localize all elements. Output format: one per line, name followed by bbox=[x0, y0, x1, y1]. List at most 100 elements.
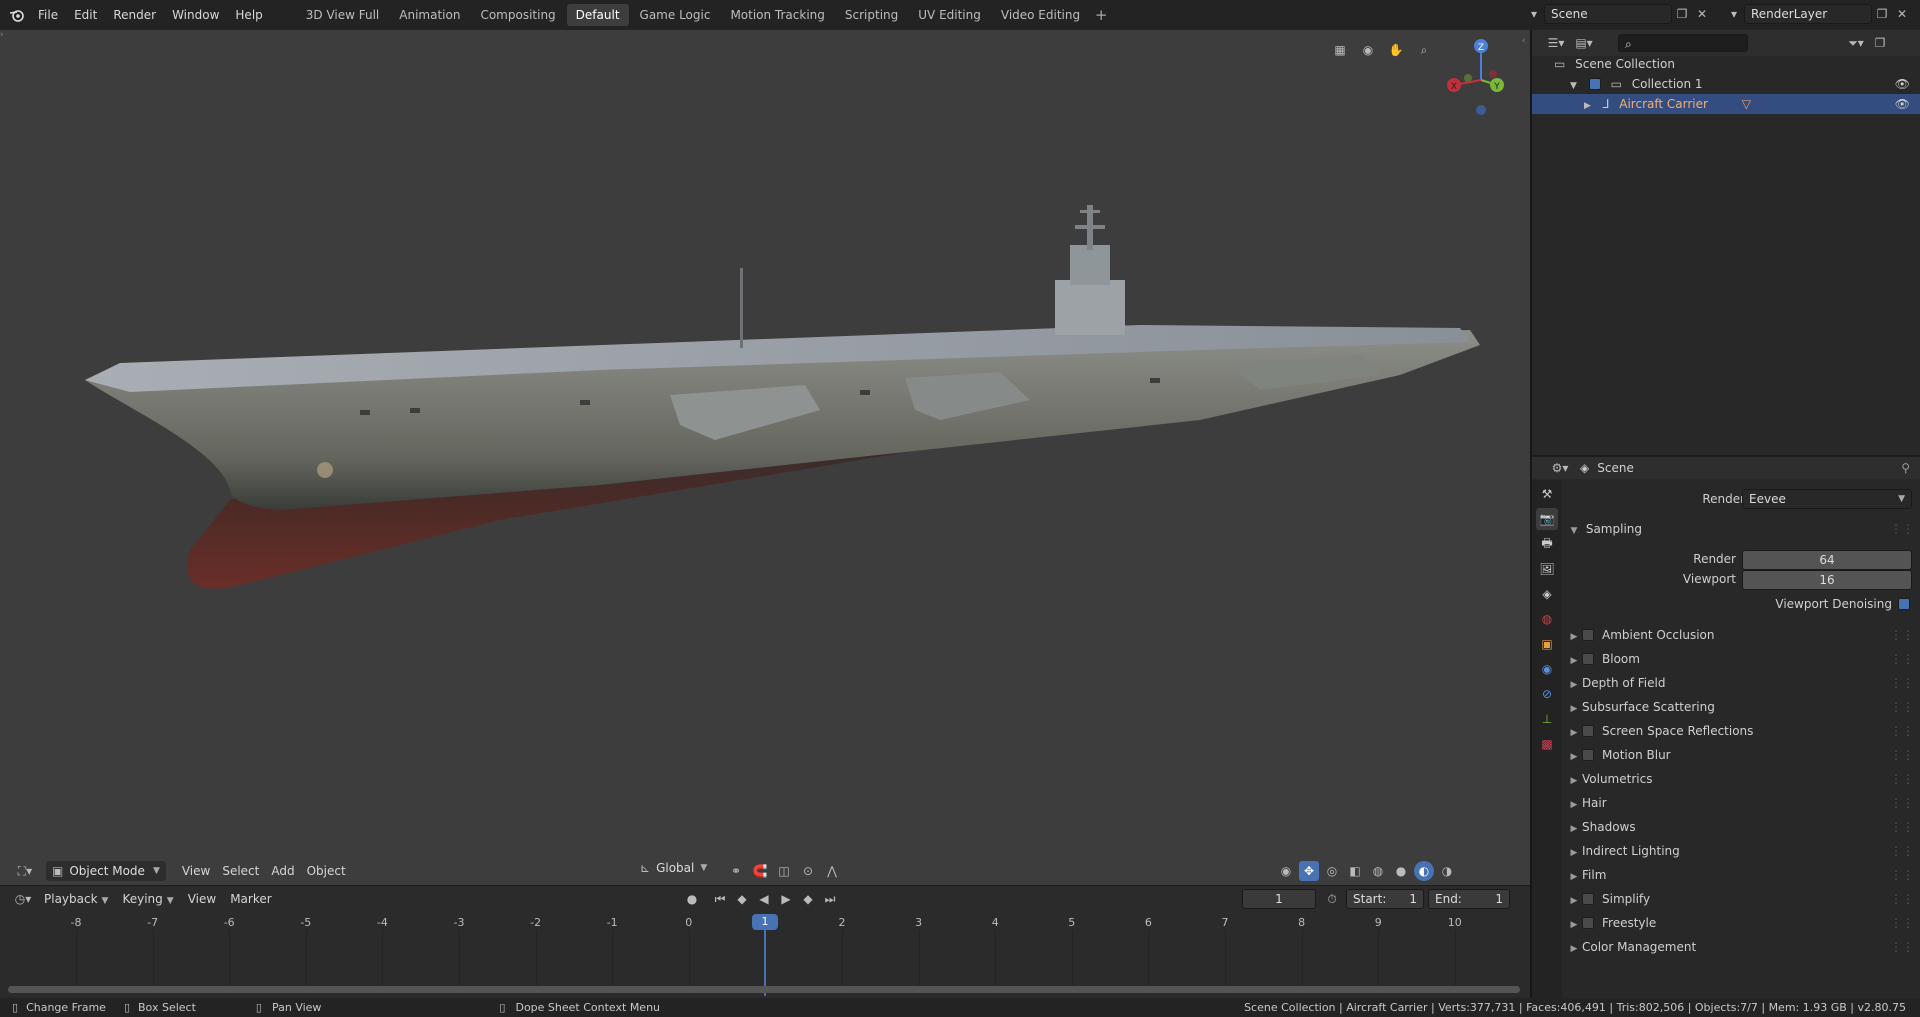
delete-scene-icon[interactable]: ✕ bbox=[1692, 4, 1712, 24]
drag-handle-icon[interactable]: ⋮⋮ bbox=[1890, 518, 1914, 540]
constraints-tab-icon[interactable]: ⊘ bbox=[1536, 683, 1558, 705]
timeline-area[interactable]: -8-7-6-5-4-3-2-1012345678910 1 bbox=[0, 912, 1530, 1000]
delete-render-layer-icon[interactable]: ✕ bbox=[1892, 4, 1912, 24]
stopwatch-icon[interactable]: ⏱ bbox=[1322, 889, 1342, 909]
expand-icon[interactable]: ▶ bbox=[1584, 101, 1591, 111]
render-samples-field[interactable]: 64 bbox=[1742, 550, 1912, 570]
render-layer-icon[interactable]: ▾ bbox=[1724, 4, 1744, 24]
collapse-icon[interactable]: ▼ bbox=[1570, 81, 1577, 91]
timeline-menu-marker[interactable]: Marker bbox=[224, 889, 277, 909]
add-workspace-icon[interactable]: + bbox=[1091, 5, 1111, 25]
panel-enable-checkbox[interactable] bbox=[1582, 725, 1594, 737]
drag-handle-icon[interactable]: ⋮⋮ bbox=[1890, 744, 1914, 766]
toolbar-expand-icon[interactable]: › bbox=[0, 30, 4, 50]
wireframe-shading-icon[interactable]: ◍ bbox=[1368, 861, 1388, 881]
view-layer-tab-icon[interactable]: 🖼 bbox=[1536, 558, 1558, 580]
play-reverse-icon[interactable]: ◀ bbox=[754, 889, 774, 909]
jump-end-icon[interactable]: ⏭ bbox=[820, 889, 840, 909]
outliner-row-aircraft-carrier[interactable]: ▶ ⅃ Aircraft Carrier ▽ 👁 bbox=[1532, 94, 1920, 114]
tab-scripting[interactable]: Scripting bbox=[836, 4, 907, 26]
playhead-handle[interactable]: 1 bbox=[752, 914, 778, 930]
prev-keyframe-icon[interactable]: ◆ bbox=[732, 889, 752, 909]
menu-help[interactable]: Help bbox=[227, 0, 270, 30]
transform-orientation[interactable]: ⊾ Global ▼ bbox=[640, 861, 707, 875]
drag-handle-icon[interactable]: ⋮⋮ bbox=[1890, 720, 1914, 742]
tab-motion-tracking[interactable]: Motion Tracking bbox=[721, 4, 833, 26]
hand-pan-icon[interactable]: ✋ bbox=[1382, 40, 1410, 60]
panel-enable-checkbox[interactable] bbox=[1582, 917, 1594, 929]
xray-icon[interactable]: ◧ bbox=[1345, 861, 1365, 881]
data-tab-icon[interactable]: ⊥ bbox=[1536, 708, 1558, 730]
drag-handle-icon[interactable]: ⋮⋮ bbox=[1890, 792, 1914, 814]
menu-window[interactable]: Window bbox=[164, 0, 227, 30]
drag-handle-icon[interactable]: ⋮⋮ bbox=[1890, 936, 1914, 958]
world-tab-icon[interactable]: ◍ bbox=[1536, 608, 1558, 630]
pin-icon[interactable]: ⚲ bbox=[1901, 461, 1910, 475]
render-engine-dropdown[interactable]: Eevee ▼ bbox=[1742, 489, 1912, 509]
scene-icon[interactable]: ▾ bbox=[1524, 4, 1544, 24]
viewport-menu-add[interactable]: Add bbox=[265, 861, 300, 881]
eye-icon[interactable]: 👁 bbox=[1895, 74, 1910, 94]
panel-film[interactable]: ▶ Film ⋮⋮ bbox=[1566, 864, 1916, 886]
scene-field[interactable]: Scene bbox=[1544, 4, 1672, 24]
panel-motion-blur[interactable]: ▶ Motion Blur ⋮⋮ bbox=[1566, 744, 1916, 766]
panel-shadows[interactable]: ▶ Shadows ⋮⋮ bbox=[1566, 816, 1916, 838]
blender-logo-icon[interactable] bbox=[6, 5, 28, 25]
falloff-icon[interactable]: ⋀ bbox=[822, 861, 842, 881]
output-tab-icon[interactable]: 🖶 bbox=[1536, 533, 1558, 555]
new-render-layer-icon[interactable]: ❐ bbox=[1872, 4, 1892, 24]
render-tab-icon[interactable]: 📷 bbox=[1536, 508, 1558, 530]
panel-color-management[interactable]: ▶ Color Management ⋮⋮ bbox=[1566, 936, 1916, 958]
toggle-camera-view-icon[interactable]: ▦ bbox=[1326, 40, 1354, 60]
timeline-menu-view[interactable]: View bbox=[182, 889, 222, 909]
drag-handle-icon[interactable]: ⋮⋮ bbox=[1890, 840, 1914, 862]
collection-checkbox[interactable] bbox=[1588, 78, 1601, 90]
drag-handle-icon[interactable]: ⋮⋮ bbox=[1890, 888, 1914, 910]
panel-volumetrics[interactable]: ▶ Volumetrics ⋮⋮ bbox=[1566, 768, 1916, 790]
texture-tab-icon[interactable]: ▩ bbox=[1536, 733, 1558, 755]
record-icon[interactable]: ● bbox=[682, 889, 702, 909]
panel-enable-checkbox[interactable] bbox=[1582, 653, 1594, 665]
snap-icon[interactable]: 🧲 bbox=[750, 861, 770, 881]
sidebar-expand-icon[interactable]: ‹ bbox=[1522, 36, 1530, 56]
physics-tab-icon[interactable]: ◉ bbox=[1536, 658, 1558, 680]
new-scene-icon[interactable]: ❐ bbox=[1672, 4, 1692, 24]
filter-icon[interactable]: ⏷▾ bbox=[1842, 33, 1870, 53]
panel-depth-of-field[interactable]: ▶ Depth of Field ⋮⋮ bbox=[1566, 672, 1916, 694]
timeline-scrollbar[interactable] bbox=[8, 986, 1520, 993]
menu-file[interactable]: File bbox=[30, 0, 66, 30]
render-layer-field[interactable]: RenderLayer bbox=[1744, 4, 1872, 24]
drag-handle-icon[interactable]: ⋮⋮ bbox=[1890, 672, 1914, 694]
panel-enable-checkbox[interactable] bbox=[1582, 749, 1594, 761]
rendered-shading-icon[interactable]: ◑ bbox=[1437, 861, 1457, 881]
panel-enable-checkbox[interactable] bbox=[1582, 893, 1594, 905]
eye-icon[interactable]: 👁 bbox=[1895, 94, 1910, 114]
current-frame-field[interactable]: 1 bbox=[1242, 889, 1316, 909]
tab-video-editing[interactable]: Video Editing bbox=[992, 4, 1089, 26]
viewport-denoising-checkbox[interactable] bbox=[1898, 598, 1910, 610]
overlay-icon[interactable]: ◎ bbox=[1322, 861, 1342, 881]
panel-screen-space-reflections[interactable]: ▶ Screen Space Reflections ⋮⋮ bbox=[1566, 720, 1916, 742]
outliner-editor-icon[interactable]: ☰▾ bbox=[1542, 33, 1570, 53]
drag-handle-icon[interactable]: ⋮⋮ bbox=[1890, 816, 1914, 838]
visibility-icon[interactable]: ◉ bbox=[1276, 861, 1296, 881]
panel-ambient-occlusion[interactable]: ▶ Ambient Occlusion ⋮⋮ bbox=[1566, 624, 1916, 646]
outliner-row-scene-collection[interactable]: ▭ Scene Collection bbox=[1532, 54, 1920, 74]
camera-icon[interactable]: ◉ bbox=[1354, 40, 1382, 60]
drag-handle-icon[interactable]: ⋮⋮ bbox=[1890, 768, 1914, 790]
drag-handle-icon[interactable]: ⋮⋮ bbox=[1890, 864, 1914, 886]
timeline-editor-icon[interactable]: ◷▾ bbox=[8, 889, 38, 909]
viewport-denoising-row[interactable]: Viewport Denoising bbox=[1566, 593, 1916, 615]
tab-game-logic[interactable]: Game Logic bbox=[631, 4, 720, 26]
tab-uv-editing[interactable]: UV Editing bbox=[909, 4, 990, 26]
drag-handle-icon[interactable]: ⋮⋮ bbox=[1890, 624, 1914, 646]
tab-compositing[interactable]: Compositing bbox=[471, 4, 564, 26]
drag-handle-icon[interactable]: ⋮⋮ bbox=[1890, 912, 1914, 934]
menu-render[interactable]: Render bbox=[105, 0, 164, 30]
zoom-icon[interactable]: ⌕ bbox=[1410, 40, 1438, 60]
tab-3d-view-full[interactable]: 3D View Full bbox=[297, 4, 389, 26]
solid-shading-icon[interactable]: ● bbox=[1391, 861, 1411, 881]
gizmo-toggle-icon[interactable]: ✥ bbox=[1299, 861, 1319, 881]
pivot-icon[interactable]: ⚭ bbox=[726, 861, 746, 881]
new-collection-icon[interactable]: ❐ bbox=[1870, 33, 1890, 53]
